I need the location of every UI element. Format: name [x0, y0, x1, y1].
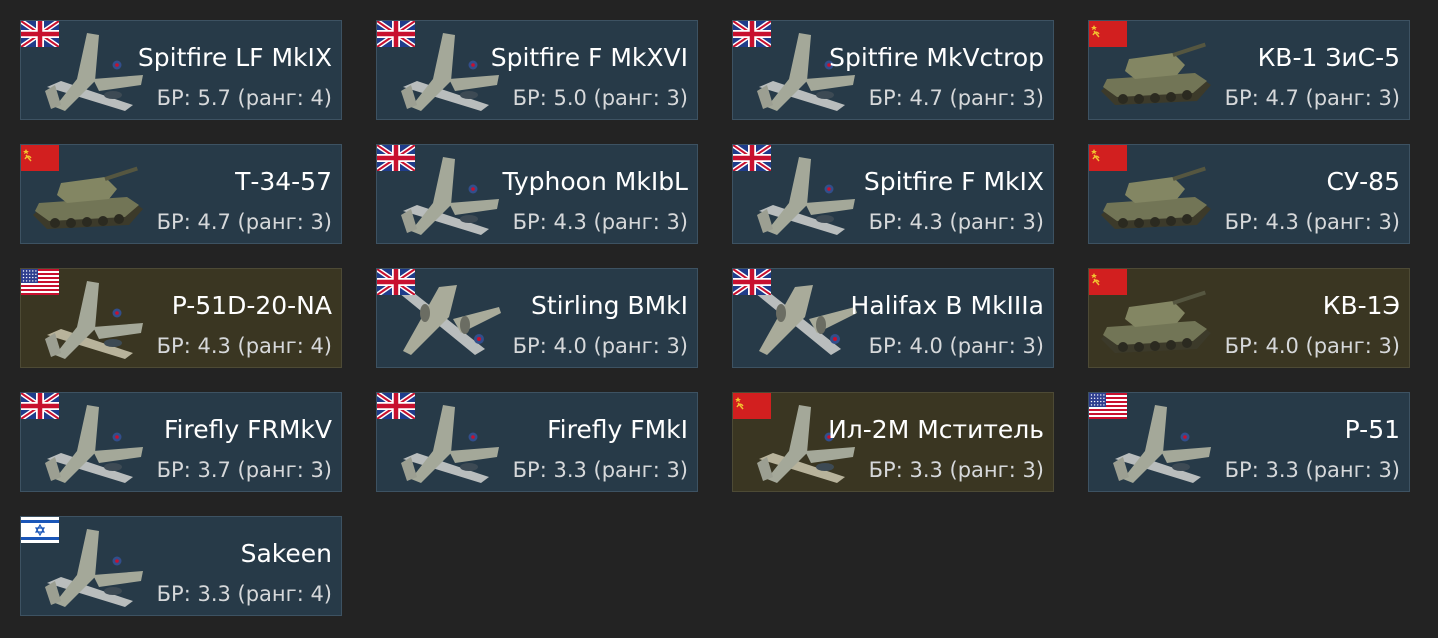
- uk-flag-icon: [733, 269, 773, 298]
- vehicle-name: P-51D-20-NA: [171, 291, 332, 320]
- vehicle-card[interactable]: Stirling BMkI БР: 4.0 (ранг: 3): [376, 268, 698, 368]
- battle-rating: БР: 4.0 (ранг: 3): [868, 334, 1044, 358]
- vehicle-name: Firefly FMkI: [547, 415, 688, 444]
- vehicle-name: Stirling BMkI: [530, 291, 688, 320]
- battle-rating: БР: 3.3 (ранг: 4): [156, 582, 332, 606]
- vehicle-card[interactable]: Firefly FRMkV БР: 3.7 (ранг: 3): [20, 392, 342, 492]
- uk-flag-icon: [733, 145, 773, 174]
- uk-flag-icon: [377, 269, 417, 298]
- battle-rating: БР: 3.3 (ранг: 3): [512, 458, 688, 482]
- vehicle-card[interactable]: СУ-85 БР: 4.3 (ранг: 3): [1088, 144, 1410, 244]
- battle-rating: БР: 4.3 (ранг: 4): [156, 334, 332, 358]
- vehicle-card[interactable]: Spitfire MkVctrop БР: 4.7 (ранг: 3): [732, 20, 1054, 120]
- battle-rating: БР: 4.7 (ранг: 3): [156, 210, 332, 234]
- vehicle-card[interactable]: Т-34-57 БР: 4.7 (ранг: 3): [20, 144, 342, 244]
- uk-flag-icon: [733, 21, 773, 50]
- vehicle-name: Sakeen: [240, 539, 332, 568]
- israel-flag-icon: [21, 517, 59, 543]
- vehicle-name: Spitfire F MkXVI: [490, 43, 688, 72]
- battle-rating: БР: 4.0 (ранг: 3): [1224, 334, 1400, 358]
- usa-flag-icon: [21, 269, 59, 295]
- vehicle-name: Spitfire MkVctrop: [829, 43, 1044, 72]
- vehicle-card[interactable]: P-51 БР: 3.3 (ранг: 3): [1088, 392, 1410, 492]
- vehicle-name: Spitfire LF MkIX: [137, 43, 332, 72]
- usa-flag-icon: [1089, 393, 1127, 419]
- battle-rating: БР: 4.7 (ранг: 3): [868, 86, 1044, 110]
- battle-rating: БР: 4.3 (ранг: 3): [1224, 210, 1400, 234]
- uk-flag-icon: [21, 393, 61, 422]
- vehicle-name: Т-34-57: [235, 167, 332, 196]
- battle-rating: БР: 5.7 (ранг: 4): [156, 86, 332, 110]
- vehicle-name: P-51: [1344, 415, 1400, 444]
- vehicle-card[interactable]: Spitfire F MkIX БР: 4.3 (ранг: 3): [732, 144, 1054, 244]
- vehicle-name: Firefly FRMkV: [163, 415, 332, 444]
- vehicle-card[interactable]: КВ-1 ЗиС-5 БР: 4.7 (ранг: 3): [1088, 20, 1410, 120]
- vehicle-name: СУ-85: [1326, 167, 1400, 196]
- vehicle-name: КВ-1Э: [1322, 291, 1400, 320]
- vehicle-card[interactable]: Typhoon MkIbL БР: 4.3 (ранг: 3): [376, 144, 698, 244]
- vehicle-card[interactable]: Ил-2М Мститель БР: 3.3 (ранг: 3): [732, 392, 1054, 492]
- battle-rating: БР: 5.0 (ранг: 3): [512, 86, 688, 110]
- battle-rating: БР: 4.3 (ранг: 3): [512, 210, 688, 234]
- uk-flag-icon: [21, 21, 61, 50]
- uk-flag-icon: [377, 145, 417, 174]
- vehicle-name: Spitfire F MkIX: [863, 167, 1044, 196]
- ussr-flag-icon: [733, 393, 771, 419]
- battle-rating: БР: 3.3 (ранг: 3): [868, 458, 1044, 482]
- vehicle-name: Typhoon MkIbL: [502, 167, 689, 196]
- vehicle-card[interactable]: Halifax B MkIIIa БР: 4.0 (ранг: 3): [732, 268, 1054, 368]
- vehicle-card[interactable]: Firefly FMkI БР: 3.3 (ранг: 3): [376, 392, 698, 492]
- vehicle-card[interactable]: Spitfire F MkXVI БР: 5.0 (ранг: 3): [376, 20, 698, 120]
- battle-rating: БР: 4.0 (ранг: 3): [512, 334, 688, 358]
- ussr-flag-icon: [1089, 269, 1127, 295]
- vehicle-name: Halifax B MkIIIa: [850, 291, 1044, 320]
- vehicle-card[interactable]: P-51D-20-NA БР: 4.3 (ранг: 4): [20, 268, 342, 368]
- ussr-flag-icon: [1089, 21, 1127, 47]
- vehicle-card[interactable]: Sakeen БР: 3.3 (ранг: 4): [20, 516, 342, 616]
- vehicle-name: КВ-1 ЗиС-5: [1257, 43, 1400, 72]
- ussr-flag-icon: [21, 145, 59, 171]
- battle-rating: БР: 3.3 (ранг: 3): [1224, 458, 1400, 482]
- battle-rating: БР: 4.7 (ранг: 3): [1224, 86, 1400, 110]
- battle-rating: БР: 4.3 (ранг: 3): [868, 210, 1044, 234]
- vehicle-name: Ил-2М Мститель: [828, 415, 1044, 444]
- ussr-flag-icon: [1089, 145, 1127, 171]
- vehicle-card[interactable]: КВ-1Э БР: 4.0 (ранг: 3): [1088, 268, 1410, 368]
- uk-flag-icon: [377, 21, 417, 50]
- battle-rating: БР: 3.7 (ранг: 3): [156, 458, 332, 482]
- vehicle-card[interactable]: Spitfire LF MkIX БР: 5.7 (ранг: 4): [20, 20, 342, 120]
- uk-flag-icon: [377, 393, 417, 422]
